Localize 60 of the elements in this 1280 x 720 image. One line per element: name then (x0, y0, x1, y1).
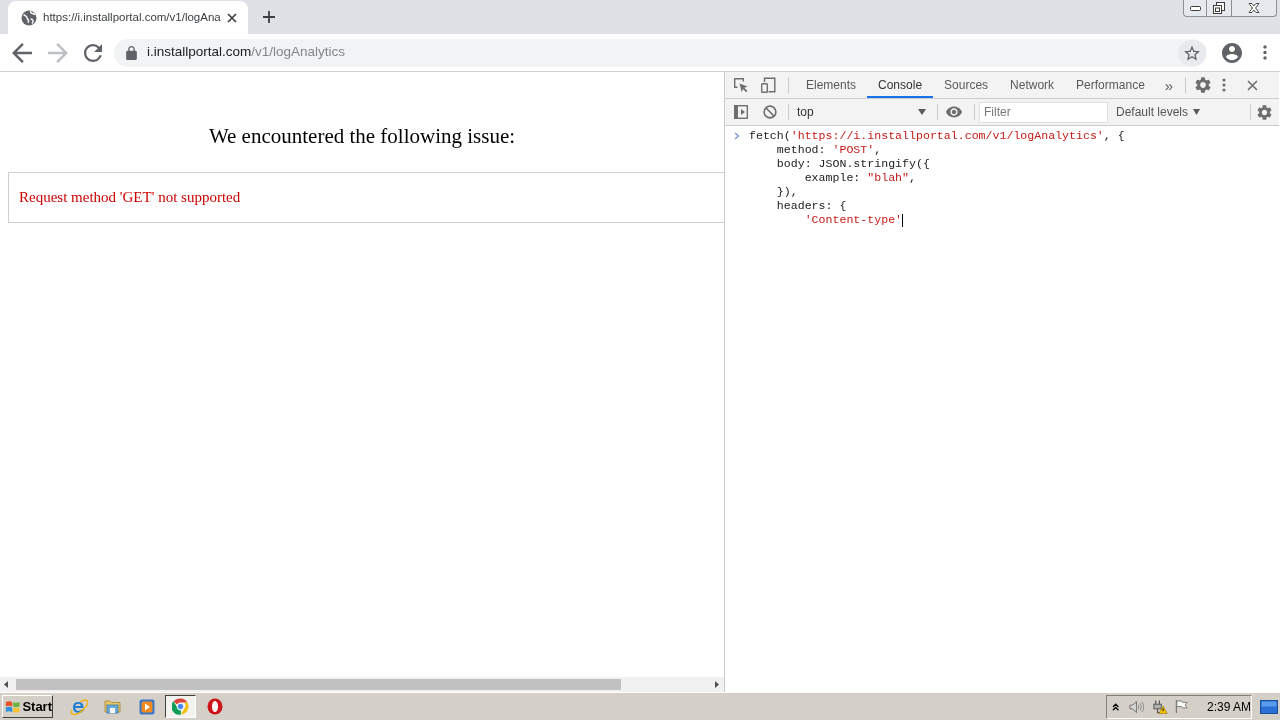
sidebar-toggle-icon[interactable] (734, 105, 748, 119)
address-bar[interactable]: i.installportal.com/v1/logAnalytics (114, 38, 1207, 67)
restore-button[interactable] (1207, 0, 1232, 17)
console-input[interactable]: fetch('https://i.installportal.com/v1/logAnalytics', { method: 'POST', body: JSON.stringify({ example: "blah", }), headers: { 'Content-type' (749, 129, 1279, 227)
clear-console-icon[interactable] (763, 105, 777, 119)
start-logo-icon (5, 699, 21, 714)
more-menu-icon[interactable] (1222, 78, 1227, 92)
text-cursor (902, 213, 904, 227)
start-button[interactable]: Start (2, 695, 53, 718)
restore-icon (1213, 2, 1225, 14)
error-message: Request method 'GET' not supported (19, 188, 241, 207)
devtools-tab[interactable]: Network (999, 72, 1066, 98)
log-levels-dropdown[interactable]: Default levels (1116, 103, 1201, 121)
close-icon (1248, 3, 1260, 13)
minimize-button[interactable] (1183, 0, 1207, 17)
globe-icon (21, 9, 37, 26)
close-icon[interactable] (227, 12, 237, 23)
flag-icon[interactable] (1175, 699, 1188, 714)
round-logo-icon (172, 698, 189, 715)
caret-down-icon (918, 109, 926, 115)
bookmark-star-button[interactable] (1178, 39, 1206, 66)
show-desktop-button[interactable] (1259, 698, 1278, 715)
filter-input[interactable]: Filter (979, 101, 1108, 123)
context-select[interactable]: top (789, 102, 937, 122)
more-tabs-button[interactable]: » (1164, 77, 1174, 93)
inspect-element-icon[interactable] (733, 77, 749, 93)
desktop-icon (1259, 699, 1278, 714)
settings-icon[interactable] (1195, 77, 1212, 93)
browser-tab[interactable]: https://i.installportal.com/v1/logAna (8, 1, 248, 34)
chevron-up-icon[interactable] (1112, 702, 1120, 711)
devtools-tab[interactable]: Elements (795, 72, 868, 98)
letter-e-icon (69, 697, 88, 716)
page-heading: We encountered the following issue: (208, 124, 516, 148)
scroll-left-icon[interactable] (4, 681, 8, 688)
devtools-tab[interactable]: Sources (933, 72, 1000, 98)
star-icon (1184, 44, 1200, 61)
play-icon (138, 698, 155, 715)
taskbar-app-button[interactable] (165, 695, 196, 718)
speaker-icon[interactable] (1129, 699, 1145, 714)
device-toolbar-icon[interactable] (760, 77, 776, 93)
power-plug-icon[interactable] (1152, 698, 1168, 715)
prompt-chevron-icon (734, 132, 740, 140)
horizontal-scrollbar[interactable] (0, 677, 724, 692)
caret-down-icon (1193, 109, 1201, 115)
lock-icon (126, 45, 137, 60)
scrollbar-thumb[interactable] (16, 679, 621, 690)
letter-o-icon (206, 698, 223, 715)
back-arrow-icon[interactable] (12, 42, 32, 63)
more-menu-icon[interactable] (1263, 45, 1267, 60)
close-window-button[interactable] (1232, 0, 1277, 17)
scroll-right-icon[interactable] (715, 681, 719, 688)
devtools-tab[interactable]: Performance (1065, 72, 1156, 98)
reload-icon[interactable] (84, 43, 102, 62)
plus-icon (263, 11, 275, 23)
eye-icon[interactable] (946, 106, 962, 118)
folder-icon (104, 699, 121, 714)
account-icon[interactable] (1222, 42, 1242, 63)
settings-icon[interactable] (1257, 104, 1273, 120)
close-icon[interactable] (1247, 79, 1259, 91)
minimize-icon (1189, 5, 1201, 11)
